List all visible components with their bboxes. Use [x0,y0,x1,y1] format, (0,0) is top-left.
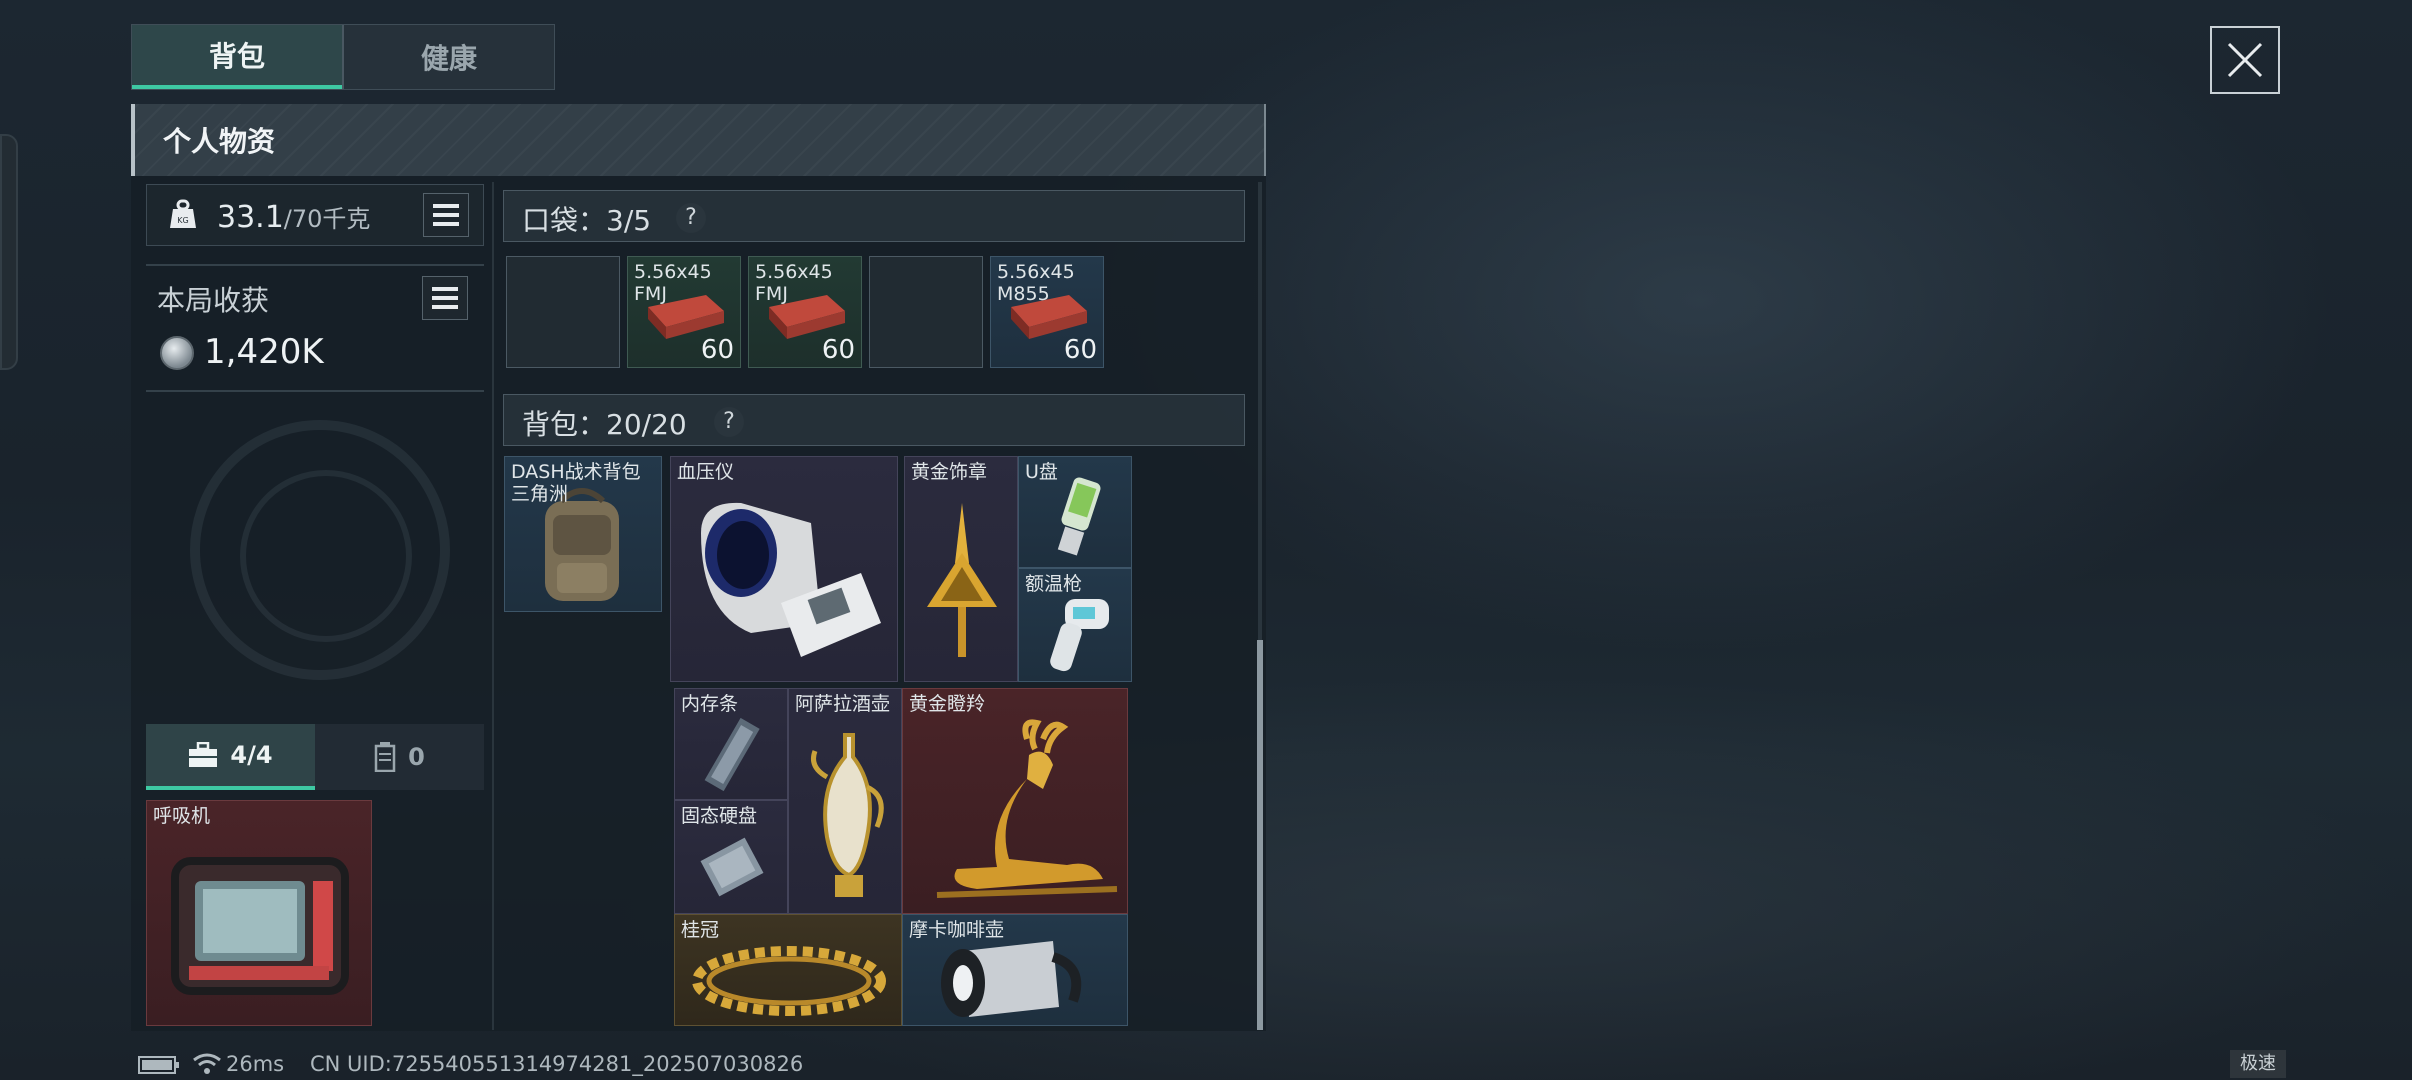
weight-list-button[interactable] [423,193,469,237]
close-icon [2227,42,2263,78]
tab-backpack[interactable]: 背包 [132,25,342,89]
item-name: 固态硬盘 [681,805,758,827]
blood-pressure-monitor-icon [701,502,881,657]
wifi-icon [193,1053,221,1074]
backpack-item-thermometer[interactable]: 额温枪 [1018,568,1132,682]
backpack-item-golden-gazelle[interactable]: 黄金瞪羚 [902,688,1128,914]
item-count: 60 [821,335,855,365]
panel-header: 个人物资 [131,104,1266,176]
speed-badge[interactable]: 极速 [2230,1050,2286,1078]
item-name: 内存条 [681,693,739,715]
divider [146,264,484,266]
pocket-header: 口袋：3/5 ? [503,190,1245,242]
secure-tabs: 4/4 0 [146,724,484,790]
close-button[interactable] [2210,26,2280,94]
item-count: 60 [700,335,734,365]
item-count: 60 [1063,335,1097,365]
divider [146,390,484,392]
pocket-slot-ammo[interactable]: 5.56x45 FMJ 60 [748,256,862,368]
side-handle[interactable] [0,134,18,370]
golden-gazelle-icon [936,719,1118,898]
backpack-item-laurel-crown[interactable]: 桂冠 [674,914,902,1026]
item-name: 摩卡咖啡壶 [909,919,1005,941]
container-count: 0 [408,743,425,771]
weight-max: /70千克 [283,205,371,233]
laurel-crown-icon [692,946,886,1016]
tab-secure-case[interactable]: 4/4 [146,724,315,790]
svg-text:KG: KG [177,216,188,225]
pocket-slot-empty[interactable] [506,256,620,368]
tab-health[interactable]: 健康 [342,25,554,89]
pocket-slot-ammo[interactable]: 5.56x45 M855 60 [990,256,1104,368]
emblem-watermark [190,420,450,680]
secure-case-count: 4/4 [230,741,273,769]
backpack-item-ssd[interactable]: 固态硬盘 [674,800,788,914]
gold-badge-icon [927,503,997,657]
backpack-item-memory-stick[interactable]: 内存条 [674,688,788,800]
backpack-help-button[interactable]: ? [714,407,744,437]
list-icon [433,204,459,208]
pocket-slot-ammo[interactable]: 5.56x45 FMJ 60 [627,256,741,368]
item-name: 黄金瞪羚 [909,693,986,715]
tab-container[interactable]: 0 [315,724,484,790]
uid-text: CN UID:725540551314974281_202507030826 [310,1052,804,1076]
item-name: 额温枪 [1025,573,1083,595]
left-column-separator [492,182,494,1030]
item-name: U盘 [1025,461,1058,483]
pocket-help-button[interactable]: ? [676,203,706,233]
backpack-item-usb-drive[interactable]: U盘 [1018,456,1132,568]
item-name: DASH战术背包 三角洲 [511,461,641,505]
backpack-header: 背包：20/20 ? [503,394,1245,446]
backpack-item-golden-badge[interactable]: 黄金饰章 [904,456,1018,682]
weight-icon: KG [170,199,196,228]
item-name: 呼吸机 [153,805,211,827]
pocket-label: 口袋：3/5 [522,204,652,237]
weight-current: 33.1 [217,200,284,235]
memory-stick-icon [704,717,760,792]
scrollbar-thumb[interactable] [1257,640,1263,1030]
secure-item-ventilator[interactable]: 呼吸机 [146,800,372,1026]
item-name: 桂冠 [681,919,720,941]
item-name: 黄金饰章 [911,461,988,483]
moka-pot-icon [941,941,1082,1017]
thermometer-gun-icon [1050,599,1109,672]
wine-jug-icon [811,733,884,897]
usb-drive-icon [1057,477,1101,556]
pocket-slot-empty[interactable] [869,256,983,368]
backpack-item-asara-flask[interactable]: 阿萨拉酒壶 [788,688,902,914]
harvest-label: 本局收获 [157,284,270,317]
backpack-item-dash-pack[interactable]: DASH战术背包 三角洲 [504,456,662,612]
item-name: 5.56x45 M855 [997,261,1075,305]
ventilator-icon [171,857,349,995]
backpack-item-sphygmomanometer[interactable]: 血压仪 [670,456,898,682]
list-icon [432,287,458,291]
item-name: 5.56x45 FMJ [634,261,712,305]
weight-readout: 33.1/70千克 [217,199,370,235]
ssd-icon [700,837,764,897]
item-name: 阿萨拉酒壶 [795,693,891,715]
harvest-value: 1,420K [204,332,324,372]
ping-value: 26ms [226,1052,285,1076]
battery-icon [138,1056,179,1074]
item-name: 血压仪 [677,461,735,483]
top-tabs: 背包 健康 [131,24,555,90]
backpack-item-moka-pot[interactable]: 摩卡咖啡壶 [902,914,1128,1026]
coin-icon [160,336,194,370]
backpack-label: 背包：20/20 [522,408,687,441]
weight-box: KG 33.1/70千克 [146,184,484,246]
container-icon [374,742,396,772]
harvest-list-button[interactable] [422,276,468,320]
toolbox-icon [189,742,218,767]
panel-title: 个人物资 [163,125,276,158]
item-name: 5.56x45 FMJ [755,261,833,305]
